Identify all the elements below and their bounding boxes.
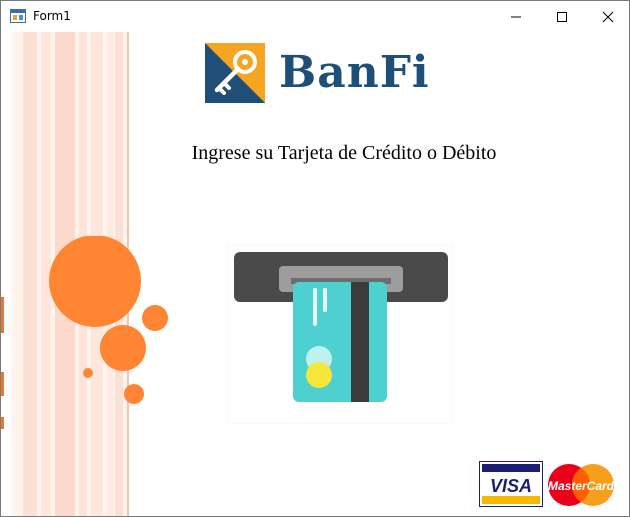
card-insert-icon <box>227 244 453 424</box>
maximize-icon <box>557 11 567 22</box>
mastercard-label: MasterCard <box>548 479 615 493</box>
form-app-icon <box>10 9 26 23</box>
key-icon <box>205 43 265 103</box>
left-edge-accent <box>1 32 5 516</box>
close-button[interactable] <box>585 1 629 32</box>
maximize-button[interactable] <box>539 1 585 32</box>
close-icon <box>602 11 614 22</box>
brand-name: BanFi <box>279 47 430 98</box>
visa-label: VISA <box>490 476 532 496</box>
minimize-button[interactable] <box>493 1 539 32</box>
instruction-text: Ingrese su Tarjeta de Crédito o Débito <box>191 142 497 164</box>
minimize-icon <box>511 16 521 17</box>
visa-logo: VISA <box>479 461 543 507</box>
decorative-circles <box>49 236 168 404</box>
window-title: Form1 <box>33 9 71 23</box>
title-bar[interactable]: Form1 <box>1 1 629 32</box>
mastercard-logo: MasterCard <box>548 464 615 506</box>
app-window: Form1 BanFi Ingrese su Tarjeta de Crédit… <box>0 0 630 517</box>
